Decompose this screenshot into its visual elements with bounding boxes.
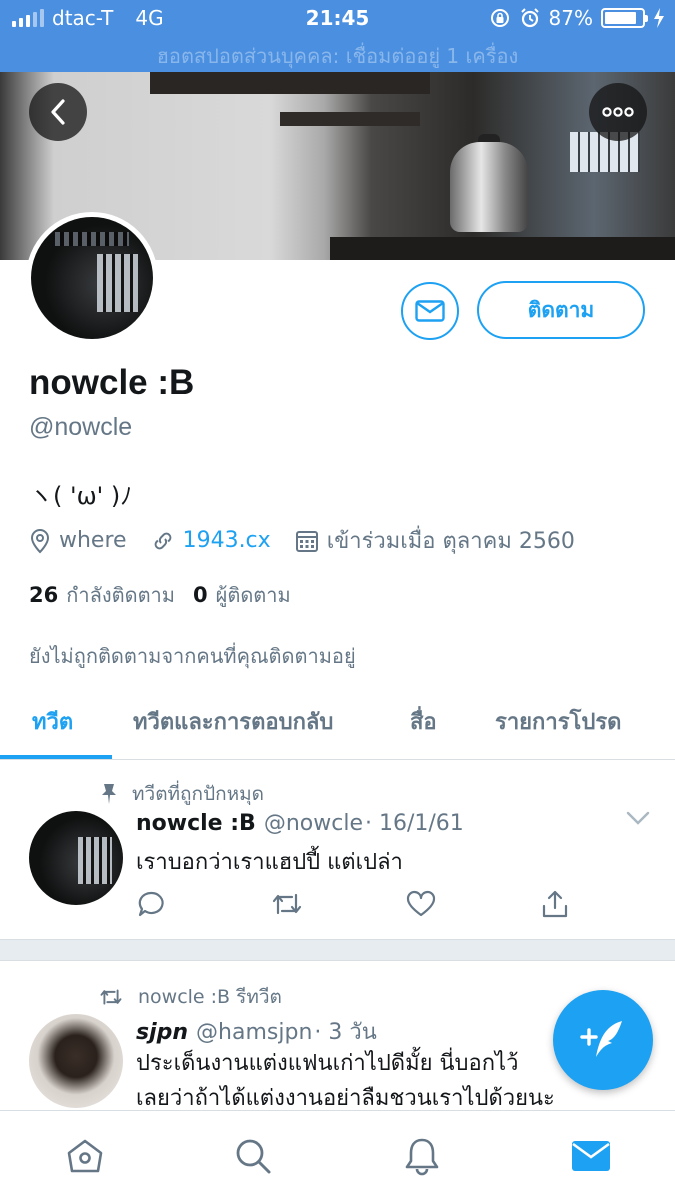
chevron-down-icon[interactable]: [626, 811, 650, 825]
pinned-label: ทวีตที่ถูกปักหมุด: [132, 783, 265, 805]
retweet-context-label[interactable]: nowcle :B รีทวีต: [138, 982, 282, 1012]
more-button[interactable]: [589, 83, 647, 141]
share-icon[interactable]: [540, 889, 570, 919]
alarm-icon: [520, 8, 539, 28]
link-icon: [154, 532, 171, 549]
followers-count: 0: [192, 583, 208, 607]
tweet-author-name[interactable]: nowcle :B: [136, 811, 256, 836]
location-text: where: [59, 528, 127, 553]
bottom-navigation: [0, 1110, 675, 1200]
compose-tweet-button[interactable]: [553, 990, 653, 1090]
followers-stat[interactable]: 0 ผู้ติดตาม: [193, 579, 291, 611]
banner-kettle: [450, 142, 528, 232]
tab-media[interactable]: สื่อ: [410, 704, 437, 739]
tweet-author-name[interactable]: sjpn: [136, 1020, 188, 1045]
message-button[interactable]: [401, 282, 459, 340]
compose-quill-icon: [580, 1021, 622, 1057]
tweet-avatar[interactable]: [29, 1014, 123, 1108]
following-label: กำลังติดตาม: [66, 583, 175, 607]
tweet-text-line: ประเด็นงานแต่งแฟนเก่าไปดีมั้ย นี่บอกไว้: [136, 1051, 519, 1076]
avatar-photo-detail: [55, 231, 129, 247]
tab-likes[interactable]: รายการโปรด: [495, 704, 621, 739]
tweet-card[interactable]: ทวีตที่ถูกปักหมุด nowcle :B @nowcle · 16…: [0, 761, 675, 939]
more-dots-icon: [602, 107, 634, 117]
back-button[interactable]: [29, 83, 87, 141]
joined-text: เข้าร่วมเมื่อ ตุลาคม 2560: [326, 529, 575, 554]
hotspot-banner[interactable]: ฮอตสปอตส่วนบุคคล: เชื่อมต่ออยู่ 1 เครื่อ…: [0, 40, 675, 72]
pin-icon: [102, 784, 116, 804]
profile-bio: ヽ( 'ω' )ﾉ: [29, 482, 133, 510]
messages-icon: [572, 1141, 610, 1171]
notifications-icon: [405, 1138, 439, 1176]
website[interactable]: 1943.cx: [151, 528, 271, 553]
banner-shelf: [150, 72, 430, 94]
tweet-text: ประเด็นงานแต่งแฟนเก่าไปดีมั้ย นี่บอกไว้ …: [136, 1046, 555, 1112]
like-heart-icon[interactable]: [406, 889, 436, 919]
battery-percent: 87%: [548, 6, 593, 30]
nav-messages[interactable]: [570, 1135, 612, 1177]
tweet-actions: [136, 889, 576, 923]
nav-notifications[interactable]: [401, 1135, 443, 1177]
back-arrow-icon: [51, 99, 65, 125]
tweet-text-line: เลยว่าถ้าได้แต่งงานอย่าลืมชวนเราไปด้วยนะ: [136, 1086, 555, 1111]
home-icon: [67, 1139, 103, 1173]
tweet-text: เราบอกว่าเราแฮปปี้ แต่เปล่า: [136, 850, 403, 875]
battery-icon: [601, 8, 648, 28]
tweet-date: · 16/1/61: [364, 811, 464, 836]
display-name: nowcle :B: [29, 363, 195, 402]
tweet-date: · 3 วัน: [314, 1020, 377, 1045]
tweet-separator: [0, 939, 675, 961]
follow-counts: 26 กำลังติดตาม 0 ผู้ติดตาม: [29, 579, 291, 611]
followers-label: ผู้ติดตาม: [215, 583, 291, 607]
tweet-avatar[interactable]: [29, 811, 123, 905]
nav-home[interactable]: [64, 1135, 106, 1177]
banner-counter: [330, 237, 675, 260]
followed-by-note: ยังไม่ถูกติดตามจากคนที่คุณติดตามอยู่: [29, 644, 356, 668]
tweet-avatar-detail: [77, 837, 112, 885]
joined-date: เข้าร่วมเมื่อ ตุลาคม 2560: [295, 523, 575, 558]
tab-tweets-replies[interactable]: ทวีตและการตอบกลับ: [133, 704, 333, 739]
banner-shelf-lower: [280, 112, 420, 126]
nav-search[interactable]: [232, 1135, 274, 1177]
calendar-icon: [295, 530, 318, 552]
following-stat[interactable]: 26 กำลังติดตาม: [29, 579, 175, 611]
retweet-icon: [100, 989, 122, 1005]
reply-icon[interactable]: [136, 889, 166, 919]
follow-button[interactable]: ติดตาม: [477, 281, 645, 339]
retweet-icon[interactable]: [270, 889, 304, 919]
location-pin-icon: [30, 528, 50, 553]
location: where: [29, 528, 127, 554]
avatar-photo-window: [96, 253, 139, 313]
tab-tweets[interactable]: ทวีต: [32, 704, 73, 739]
profile-avatar[interactable]: [26, 212, 158, 344]
status-bar: dtac-T 4G 21:45 87% ฮอตสปอตส่วนบุคคล: เช…: [0, 0, 675, 72]
active-tab-indicator: [0, 755, 112, 759]
rotation-lock-icon: [490, 9, 509, 27]
following-count: 26: [29, 583, 59, 607]
profile-tabs: ทวีต ทวีตและการตอบกลับ สื่อ รายการโปรด: [0, 684, 675, 760]
website-link[interactable]: 1943.cx: [183, 528, 271, 553]
charging-bolt-icon: [654, 8, 664, 28]
search-icon: [236, 1139, 271, 1174]
tweet-author-handle: @nowcle: [263, 811, 363, 836]
envelope-icon: [415, 300, 445, 322]
profile-handle: @nowcle: [29, 413, 133, 441]
avatar-photo: [31, 217, 153, 339]
profile-meta: where 1943.cx เข้าร่วมเมื่อ ตุลาคม 2560: [29, 523, 599, 558]
tweet-author-handle: @hamsjpn: [196, 1020, 313, 1045]
